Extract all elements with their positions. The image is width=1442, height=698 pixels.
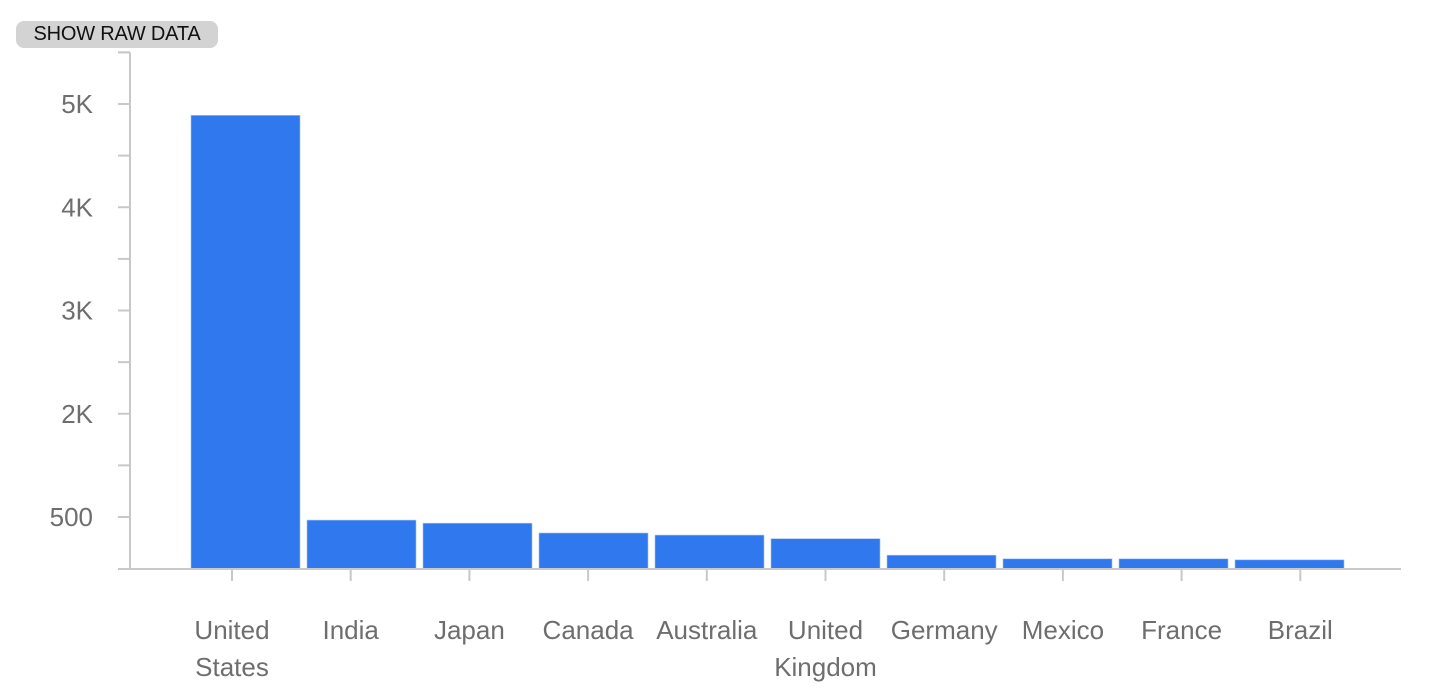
bar[interactable] (770, 538, 881, 570)
y-tick-label: 500 (50, 502, 93, 532)
x-tick-label: Germany (891, 615, 998, 645)
x-tick-label: Japan (434, 615, 505, 645)
x-tick-label-line: Brazil (1268, 615, 1333, 645)
x-tick-label: India (323, 615, 380, 645)
x-tick-label-line: United (788, 615, 863, 645)
x-tick-label-line: Mexico (1022, 615, 1104, 645)
x-tick-label-line: Australia (656, 615, 758, 645)
bar[interactable] (1118, 558, 1229, 570)
bar[interactable] (422, 522, 533, 570)
x-tick-label: Brazil (1268, 615, 1333, 645)
y-axis: 500 2K 3K 4K 5K (50, 51, 131, 569)
x-axis: United States India Japan Canada Australia Uni… (118, 568, 1401, 682)
bar[interactable] (1234, 559, 1345, 570)
bars-group (190, 115, 1345, 570)
x-tick-label: Canada (543, 615, 635, 645)
bar[interactable] (306, 519, 417, 570)
x-tick-label-line: Japan (434, 615, 505, 645)
x-tick-label: United States (194, 615, 269, 682)
x-tick-label: United Kingdom (774, 615, 877, 682)
y-tick-label: 2K (61, 399, 93, 429)
x-tick-label-line: Canada (543, 615, 635, 645)
x-tick-label-line: United (194, 615, 269, 645)
bar[interactable] (190, 115, 301, 570)
x-tick-label-line: Kingdom (774, 652, 877, 682)
bar[interactable] (654, 534, 765, 570)
y-tick-label: 4K (61, 192, 93, 222)
x-tick-label-line: France (1141, 615, 1222, 645)
bar-chart: 500 2K 3K 4K 5K United States India Japan Canada… (50, 51, 1401, 682)
x-tick-label: Mexico (1022, 615, 1104, 645)
bar[interactable] (886, 554, 997, 570)
y-tick-label: 3K (61, 296, 93, 326)
bar[interactable] (1002, 558, 1113, 570)
x-tick-label: France (1141, 615, 1222, 645)
bar[interactable] (538, 532, 649, 570)
x-tick-label-line: Germany (891, 615, 998, 645)
x-tick-label-line: States (195, 652, 269, 682)
y-tick-label: 5K (61, 89, 93, 119)
x-tick-label: Australia (656, 615, 758, 645)
x-tick-label-line: India (323, 615, 380, 645)
